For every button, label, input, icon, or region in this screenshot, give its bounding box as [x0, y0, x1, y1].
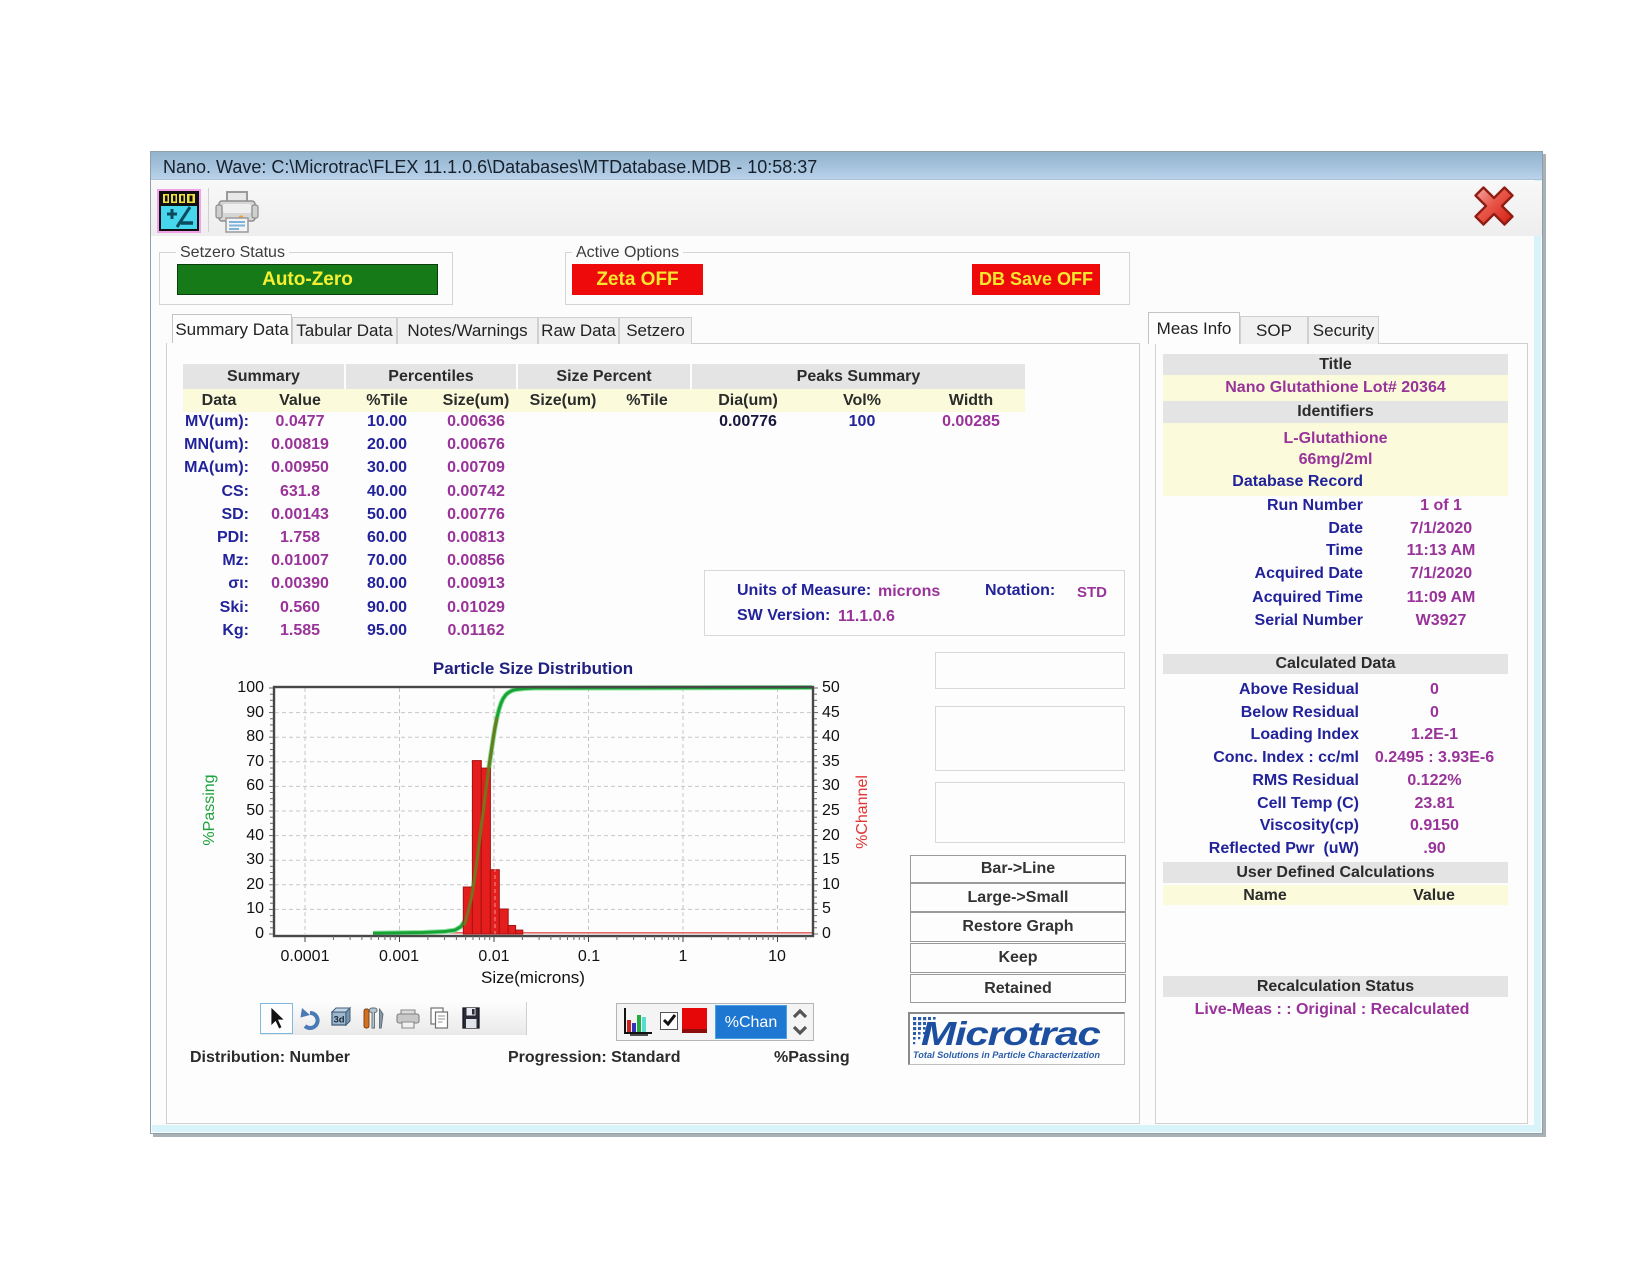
- svg-text:Total Solutions in Particle Ch: Total Solutions in Particle Characteriza…: [913, 1050, 1100, 1060]
- svg-text:3d: 3d: [334, 1015, 345, 1026]
- svg-text:Microtrac: Microtrac: [921, 1016, 1101, 1053]
